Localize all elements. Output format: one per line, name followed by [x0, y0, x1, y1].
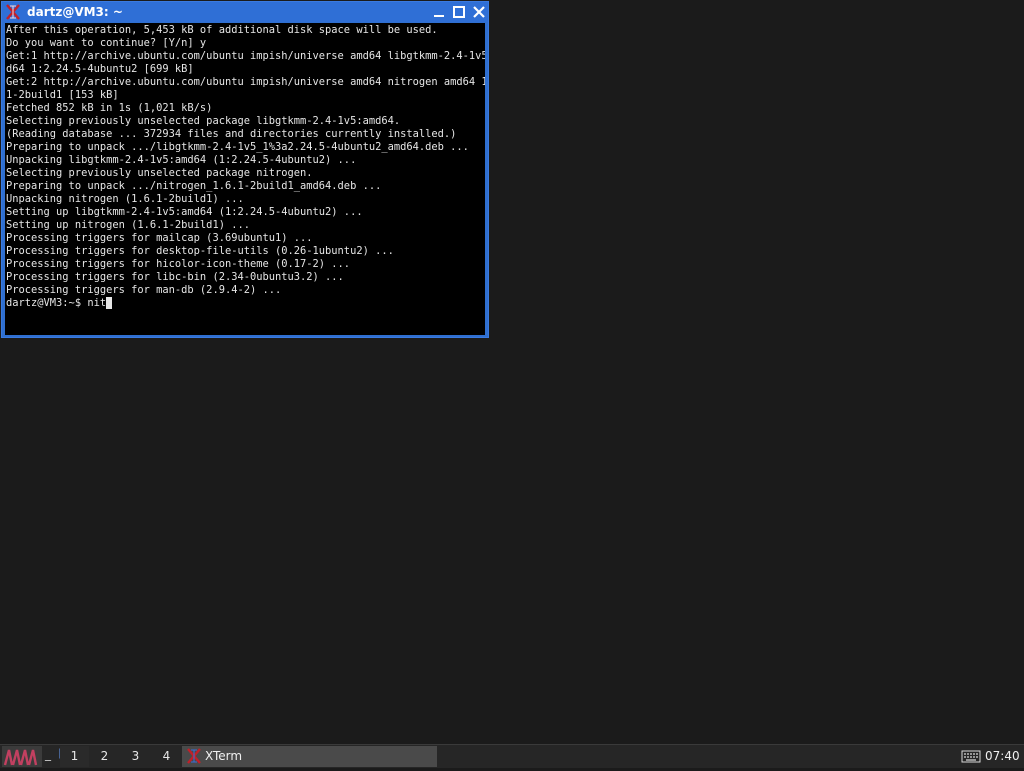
terminal-line: Processing triggers for libc-bin (2.34-0…	[6, 271, 344, 283]
workspace-2[interactable]: 2	[90, 746, 119, 767]
terminal-area[interactable]: After this operation, 5,453 kB of additi…	[5, 23, 485, 335]
terminal-line: Preparing to unpack .../nitrogen_1.6.1-2…	[6, 180, 382, 192]
minimize-icon[interactable]	[431, 4, 447, 20]
start-menu-button[interactable]	[2, 746, 42, 767]
terminal-line: Processing triggers for mailcap (3.69ubu…	[6, 232, 313, 244]
xterm-icon[interactable]	[5, 4, 21, 20]
terminal-line: 1-2build1 [153 kB]	[6, 89, 119, 101]
terminal-line: After this operation, 5,453 kB of additi…	[6, 24, 438, 36]
terminal-line: (Reading database ... 372934 files and d…	[6, 128, 457, 140]
terminal-line: d64 1:2.24.5-4ubuntu2 [699 kB]	[6, 63, 194, 75]
maximize-icon[interactable]	[451, 4, 467, 20]
taskbar-item-label: XTerm	[205, 749, 243, 763]
terminal-line: Setting up nitrogen (1.6.1-2build1) ...	[6, 219, 250, 231]
terminal-line: Fetched 852 kB in 1s (1,021 kB/s)	[6, 102, 213, 114]
terminal-output: After this operation, 5,453 kB of additi…	[6, 24, 485, 310]
window-titlebar[interactable]: dartz@VM3: ~	[2, 2, 488, 22]
terminal-line: Selecting previously unselected package …	[6, 167, 313, 179]
terminal-line: Preparing to unpack .../libgtkmm-2.4-1v5…	[6, 141, 469, 153]
workspace-1[interactable]: 1	[60, 746, 89, 767]
window-title: dartz@VM3: ~	[27, 5, 123, 19]
text-cursor	[106, 297, 113, 309]
terminal-line: Processing triggers for man-db (2.9.4-2)…	[6, 284, 282, 296]
terminal-prompt-line[interactable]: dartz@VM3:~$ nit	[6, 297, 485, 310]
menu-icon	[2, 746, 42, 767]
terminal-line: Get:1 http://archive.ubuntu.com/ubuntu i…	[6, 50, 485, 62]
terminal-line: Do you want to continue? [Y/n] y	[6, 37, 207, 49]
xterm-window[interactable]: dartz@VM3: ~ After this operation, 5,453…	[1, 1, 489, 338]
workspace-4[interactable]: 4	[152, 746, 181, 767]
command-input[interactable]: nit	[87, 297, 106, 309]
taskbar-separator: _	[45, 747, 51, 761]
taskbar-item-xterm[interactable]: XTerm	[182, 746, 437, 767]
terminal-line: Processing triggers for hicolor-icon-the…	[6, 258, 351, 270]
terminal-line: Unpacking libgtkmm-2.4-1v5:amd64 (1:2.24…	[6, 154, 357, 166]
close-icon[interactable]	[471, 4, 487, 20]
desktop: dartz@VM3: ~ After this operation, 5,453…	[0, 0, 1024, 744]
clock[interactable]: 07:40	[985, 746, 1020, 767]
workspace-3[interactable]: 3	[121, 746, 150, 767]
terminal-line: Unpacking nitrogen (1.6.1-2build1) ...	[6, 193, 244, 205]
terminal-line: Processing triggers for desktop-file-uti…	[6, 245, 394, 257]
terminal-line: Get:2 http://archive.ubuntu.com/ubuntu i…	[6, 76, 485, 88]
keyboard-icon[interactable]	[961, 749, 981, 764]
shell-prompt: dartz@VM3:~$	[6, 297, 88, 309]
xterm-icon	[186, 748, 202, 764]
terminal-line: Setting up libgtkmm-2.4-1v5:amd64 (1:2.2…	[6, 206, 363, 218]
taskbar: _ 1 2 3 4 XTerm 07:40	[0, 744, 1024, 768]
terminal-line: Selecting previously unselected package …	[6, 115, 401, 127]
